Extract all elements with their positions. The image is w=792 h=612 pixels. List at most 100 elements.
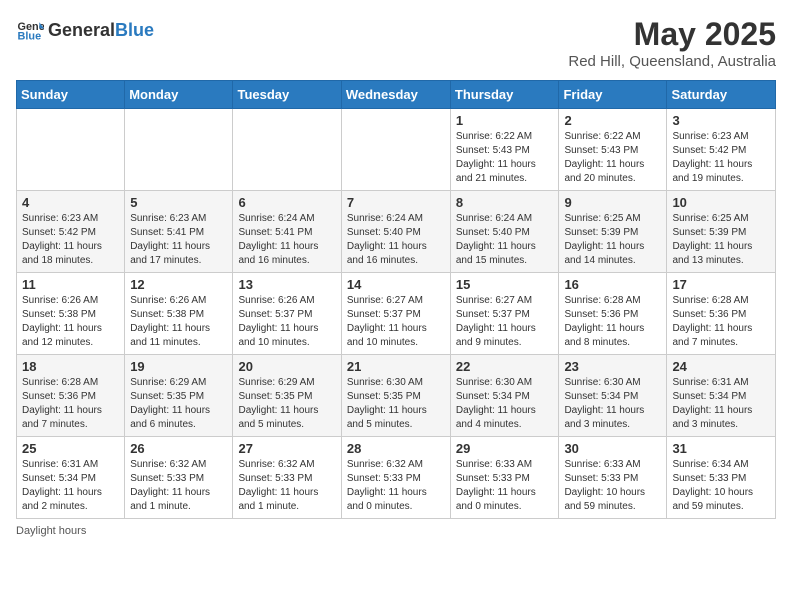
calendar-cell: 6 Sunrise: 6:24 AM Sunset: 5:41 PM Daylig… xyxy=(233,191,341,273)
calendar-cell: 22 Sunrise: 6:30 AM Sunset: 5:34 PM Dayli… xyxy=(450,355,559,437)
calendar-cell: 28Sunrise: 6:32 AM Sunset: 5:33 PM Dayli… xyxy=(341,437,450,519)
day-info: Sunrise: 6:31 AM Sunset: 5:34 PM Dayligh… xyxy=(22,458,119,514)
day-number: 12 xyxy=(130,277,227,292)
day-info: Sunrise: 6:23 AM Sunset: 5:42 PM Dayligh… xyxy=(22,212,119,268)
day-number: 15 xyxy=(456,277,554,292)
calendar-cell: 12 Sunrise: 6:26 AM Sunset: 5:38 PM Dayli… xyxy=(125,273,233,355)
weekday-header-sunday: Sunday xyxy=(17,81,125,109)
calendar-week-row: 25Sunrise: 6:31 AM Sunset: 5:34 PM Dayli… xyxy=(17,437,776,519)
calendar-cell xyxy=(341,109,450,191)
weekday-header-monday: Monday xyxy=(125,81,233,109)
weekday-header-tuesday: Tuesday xyxy=(233,81,341,109)
calendar-cell: 8Sunrise: 6:24 AM Sunset: 5:40 PM Daylig… xyxy=(450,191,559,273)
daylight-label: Daylight hours xyxy=(16,525,86,537)
day-number: 29 xyxy=(456,441,554,456)
calendar-week-row: 4 Sunrise: 6:23 AM Sunset: 5:42 PM Daylig… xyxy=(17,191,776,273)
day-info: Sunrise: 6:23 AM Sunset: 5:42 PM Dayligh… xyxy=(672,130,770,186)
day-number: 1 xyxy=(456,113,554,128)
day-info: Sunrise: 6:32 AM Sunset: 5:33 PM Dayligh… xyxy=(238,458,335,514)
day-info: Sunrise: 6:26 AM Sunset: 5:38 PM Dayligh… xyxy=(22,294,119,350)
calendar-cell: 17Sunrise: 6:28 AM Sunset: 5:36 PM Dayli… xyxy=(667,273,776,355)
calendar-cell: 19Sunrise: 6:29 AM Sunset: 5:35 PM Dayli… xyxy=(125,355,233,437)
day-number: 6 xyxy=(238,195,335,210)
day-info: Sunrise: 6:30 AM Sunset: 5:34 PM Dayligh… xyxy=(564,376,661,432)
day-info: Sunrise: 6:23 AM Sunset: 5:41 PM Dayligh… xyxy=(130,212,227,268)
day-info: Sunrise: 6:27 AM Sunset: 5:37 PM Dayligh… xyxy=(456,294,554,350)
day-number: 2 xyxy=(564,113,661,128)
day-number: 16 xyxy=(564,277,661,292)
day-number: 31 xyxy=(672,441,770,456)
calendar-cell: 21 Sunrise: 6:30 AM Sunset: 5:35 PM Dayli… xyxy=(341,355,450,437)
day-number: 20 xyxy=(238,359,335,374)
day-number: 23 xyxy=(564,359,661,374)
day-info: Sunrise: 6:24 AM Sunset: 5:40 PM Dayligh… xyxy=(347,212,445,268)
day-number: 4 xyxy=(22,195,119,210)
calendar-cell: 16 Sunrise: 6:28 AM Sunset: 5:36 PM Dayli… xyxy=(559,273,667,355)
day-number: 19 xyxy=(130,359,227,374)
day-info: Sunrise: 6:32 AM Sunset: 5:33 PM Dayligh… xyxy=(130,458,227,514)
day-info: Sunrise: 6:31 AM Sunset: 5:34 PM Dayligh… xyxy=(672,376,770,432)
calendar-cell: 15 Sunrise: 6:27 AM Sunset: 5:37 PM Dayli… xyxy=(450,273,559,355)
calendar-cell xyxy=(125,109,233,191)
calendar-cell: 9 Sunrise: 6:25 AM Sunset: 5:39 PM Daylig… xyxy=(559,191,667,273)
calendar-cell: 10 Sunrise: 6:25 AM Sunset: 5:39 PM Dayli… xyxy=(667,191,776,273)
svg-text:Blue: Blue xyxy=(18,30,42,42)
calendar-cell: 13Sunrise: 6:26 AM Sunset: 5:37 PM Dayli… xyxy=(233,273,341,355)
weekday-header-wednesday: Wednesday xyxy=(341,81,450,109)
day-info: Sunrise: 6:25 AM Sunset: 5:39 PM Dayligh… xyxy=(672,212,770,268)
logo: General Blue GeneralBlue xyxy=(16,16,154,44)
day-number: 14 xyxy=(347,277,445,292)
day-number: 24 xyxy=(672,359,770,374)
day-number: 27 xyxy=(238,441,335,456)
logo-blue-text: Blue xyxy=(115,20,154,41)
calendar-cell: 4 Sunrise: 6:23 AM Sunset: 5:42 PM Daylig… xyxy=(17,191,125,273)
day-number: 22 xyxy=(456,359,554,374)
day-number: 30 xyxy=(564,441,661,456)
calendar-cell: 11 Sunrise: 6:26 AM Sunset: 5:38 PM Dayli… xyxy=(17,273,125,355)
calendar-cell: 26 Sunrise: 6:32 AM Sunset: 5:33 PM Dayli… xyxy=(125,437,233,519)
day-info: Sunrise: 6:28 AM Sunset: 5:36 PM Dayligh… xyxy=(672,294,770,350)
weekday-header-thursday: Thursday xyxy=(450,81,559,109)
day-info: Sunrise: 6:28 AM Sunset: 5:36 PM Dayligh… xyxy=(22,376,119,432)
day-number: 9 xyxy=(564,195,661,210)
day-info: Sunrise: 6:27 AM Sunset: 5:37 PM Dayligh… xyxy=(347,294,445,350)
calendar-cell: 29 Sunrise: 6:33 AM Sunset: 5:33 PM Dayli… xyxy=(450,437,559,519)
header: General Blue GeneralBlue May 2025 Red Hi… xyxy=(16,16,776,70)
day-number: 10 xyxy=(672,195,770,210)
calendar-cell: 1 Sunrise: 6:22 AM Sunset: 5:43 PM Daylig… xyxy=(450,109,559,191)
calendar-cell: 18 Sunrise: 6:28 AM Sunset: 5:36 PM Dayli… xyxy=(17,355,125,437)
calendar-cell xyxy=(17,109,125,191)
day-info: Sunrise: 6:25 AM Sunset: 5:39 PM Dayligh… xyxy=(564,212,661,268)
calendar-cell: 2Sunrise: 6:22 AM Sunset: 5:43 PM Daylig… xyxy=(559,109,667,191)
day-info: Sunrise: 6:30 AM Sunset: 5:34 PM Dayligh… xyxy=(456,376,554,432)
calendar-cell: 24 Sunrise: 6:31 AM Sunset: 5:34 PM Dayli… xyxy=(667,355,776,437)
calendar-title: May 2025 xyxy=(568,16,776,53)
day-info: Sunrise: 6:26 AM Sunset: 5:38 PM Dayligh… xyxy=(130,294,227,350)
day-number: 28 xyxy=(347,441,445,456)
calendar-week-row: 1 Sunrise: 6:22 AM Sunset: 5:43 PM Daylig… xyxy=(17,109,776,191)
day-number: 11 xyxy=(22,277,119,292)
weekday-header-saturday: Saturday xyxy=(667,81,776,109)
day-info: Sunrise: 6:29 AM Sunset: 5:35 PM Dayligh… xyxy=(238,376,335,432)
day-info: Sunrise: 6:24 AM Sunset: 5:40 PM Dayligh… xyxy=(456,212,554,268)
calendar-cell xyxy=(233,109,341,191)
day-info: Sunrise: 6:30 AM Sunset: 5:35 PM Dayligh… xyxy=(347,376,445,432)
calendar-cell: 31 Sunrise: 6:34 AM Sunset: 5:33 PM Dayli… xyxy=(667,437,776,519)
day-info: Sunrise: 6:33 AM Sunset: 5:33 PM Dayligh… xyxy=(456,458,554,514)
calendar-cell: 25Sunrise: 6:31 AM Sunset: 5:34 PM Dayli… xyxy=(17,437,125,519)
day-number: 18 xyxy=(22,359,119,374)
calendar-cell: 7Sunrise: 6:24 AM Sunset: 5:40 PM Daylig… xyxy=(341,191,450,273)
calendar-week-row: 18 Sunrise: 6:28 AM Sunset: 5:36 PM Dayli… xyxy=(17,355,776,437)
day-info: Sunrise: 6:22 AM Sunset: 5:43 PM Dayligh… xyxy=(456,130,554,186)
weekday-header-friday: Friday xyxy=(559,81,667,109)
calendar-cell: 30 Sunrise: 6:33 AM Sunset: 5:33 PM Dayli… xyxy=(559,437,667,519)
day-info: Sunrise: 6:28 AM Sunset: 5:36 PM Dayligh… xyxy=(564,294,661,350)
day-info: Sunrise: 6:33 AM Sunset: 5:33 PM Dayligh… xyxy=(564,458,661,514)
title-area: May 2025 Red Hill, Queensland, Australia xyxy=(568,16,776,70)
day-number: 21 xyxy=(347,359,445,374)
day-number: 26 xyxy=(130,441,227,456)
day-info: Sunrise: 6:34 AM Sunset: 5:33 PM Dayligh… xyxy=(672,458,770,514)
day-info: Sunrise: 6:24 AM Sunset: 5:41 PM Dayligh… xyxy=(238,212,335,268)
weekday-header-row: SundayMondayTuesdayWednesdayThursdayFrid… xyxy=(17,81,776,109)
logo-general-text: General xyxy=(48,20,115,41)
